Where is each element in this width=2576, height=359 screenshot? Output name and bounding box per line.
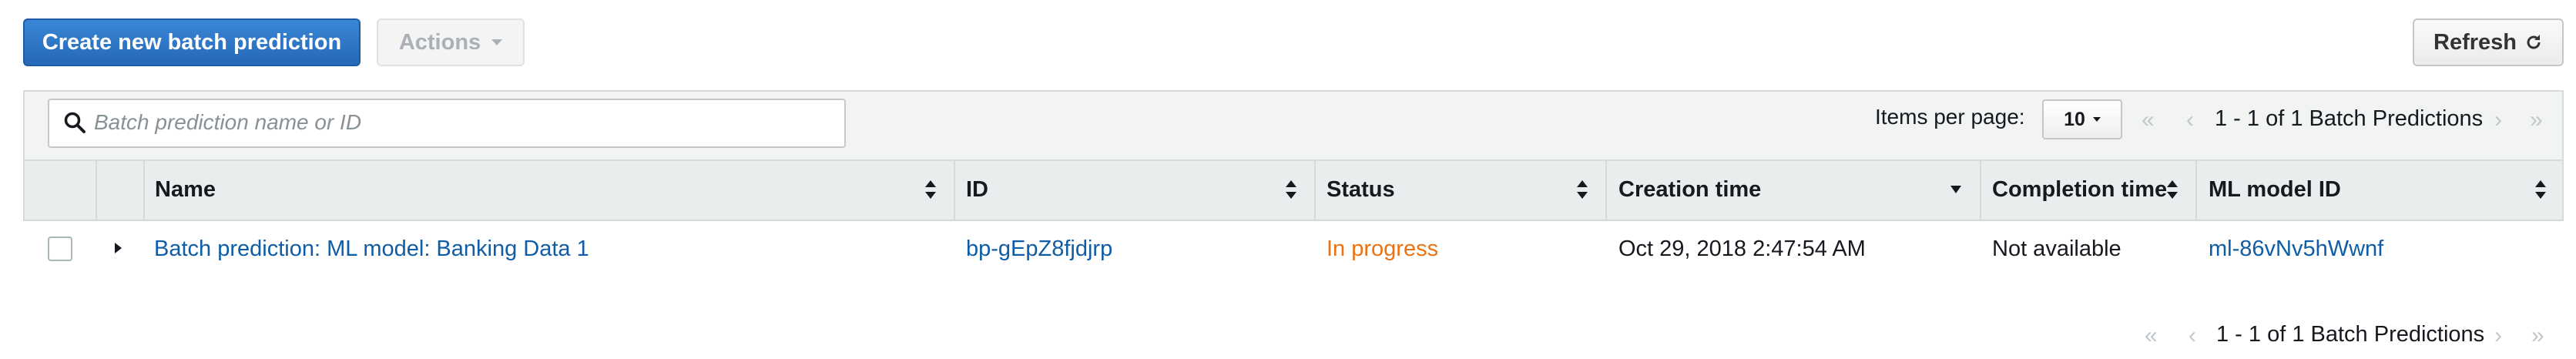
refresh-button[interactable]: Refresh	[2413, 18, 2564, 66]
items-per-page-label: Items per page:	[1875, 105, 2025, 129]
footer-pagination-summary: 1 - 1 of 1 Batch Predictions	[2216, 322, 2485, 347]
items-per-page-value: 10	[2064, 108, 2085, 130]
prev-page-icon[interactable]: ‹	[2189, 322, 2196, 350]
status-badge: In progress	[1327, 237, 1439, 261]
column-header-completion-time[interactable]: Completion time	[1992, 175, 2167, 204]
column-header-name[interactable]: Name	[155, 175, 216, 204]
row-name-link[interactable]: Batch prediction: ML model: Banking Data…	[154, 234, 589, 263]
items-per-page-select[interactable]: 10	[2042, 99, 2122, 139]
refresh-button-label: Refresh	[2433, 29, 2517, 55]
row-creation-time: Oct 29, 2018 2:47:54 AM	[1618, 237, 1866, 261]
create-batch-prediction-button[interactable]: Create new batch prediction	[23, 18, 361, 66]
row-id-link[interactable]: bp-gEpZ8fjdjrp	[966, 234, 1112, 263]
chevron-down-icon	[2092, 117, 2101, 122]
column-header-creation-time[interactable]: Creation time	[1618, 175, 1761, 204]
last-page-icon[interactable]: »	[2530, 106, 2543, 134]
prev-page-icon[interactable]: ‹	[2186, 106, 2194, 134]
column-divider	[1980, 159, 1981, 221]
column-header-ml-model-id[interactable]: ML model ID	[2209, 175, 2341, 204]
column-header-status[interactable]: Status	[1327, 175, 1395, 204]
actions-button-label: Actions	[398, 29, 481, 55]
column-header-id[interactable]: ID	[966, 175, 988, 204]
refresh-icon	[2527, 35, 2541, 49]
column-divider	[2195, 159, 2197, 221]
row-completion-time: Not available	[1992, 237, 2122, 261]
sort-icon[interactable]	[1285, 179, 1297, 200]
column-divider	[96, 159, 97, 221]
expand-row-icon[interactable]	[115, 243, 122, 253]
sort-icon[interactable]	[2534, 179, 2547, 200]
chevron-down-icon	[491, 39, 503, 45]
next-page-icon[interactable]: ›	[2494, 106, 2502, 134]
row-checkbox[interactable]	[48, 237, 72, 261]
pagination-summary: 1 - 1 of 1 Batch Predictions	[2215, 106, 2484, 131]
first-page-icon[interactable]: «	[2142, 106, 2155, 134]
sort-icon[interactable]	[2166, 179, 2179, 200]
sort-icon[interactable]	[1576, 179, 1588, 200]
sort-descending-icon[interactable]	[1950, 186, 1961, 193]
column-divider	[1605, 159, 1607, 221]
sort-icon[interactable]	[924, 179, 937, 200]
create-button-label: Create new batch prediction	[42, 29, 342, 55]
search-placeholder: Batch prediction name or ID	[94, 110, 362, 134]
first-page-icon[interactable]: «	[2145, 322, 2158, 350]
search-icon	[64, 112, 86, 133]
column-divider	[954, 159, 955, 221]
column-divider	[1314, 159, 1316, 221]
last-page-icon[interactable]: »	[2531, 322, 2544, 350]
actions-dropdown-button[interactable]: Actions	[377, 18, 525, 66]
row-ml-model-link[interactable]: ml-86vNv5hWwnf	[2209, 234, 2383, 263]
column-divider	[143, 159, 145, 221]
next-page-icon[interactable]: ›	[2494, 322, 2502, 350]
